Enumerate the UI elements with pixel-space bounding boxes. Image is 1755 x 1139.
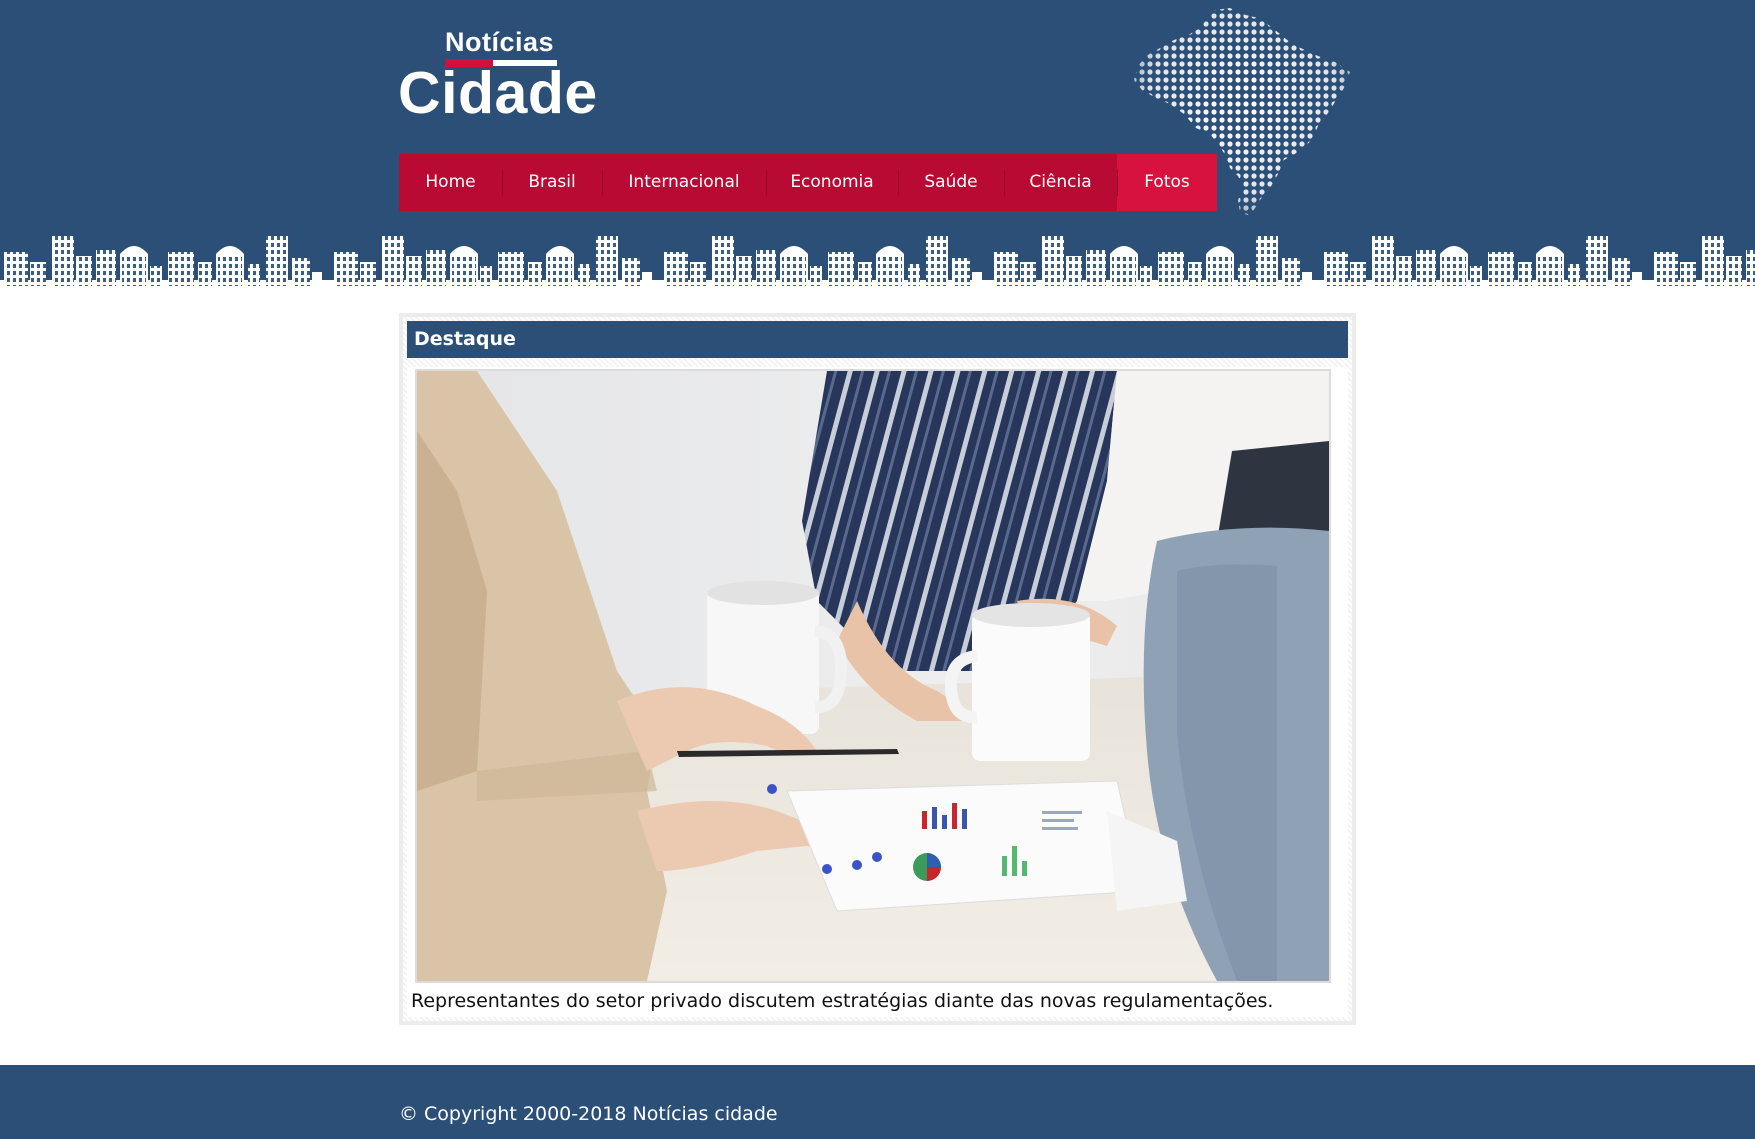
logo-top-text: Notícias: [445, 27, 555, 57]
site-footer: © Copyright 2000-2018 Notícias cidade: [0, 1065, 1755, 1139]
featured-article: Representantes do setor privado discutem…: [407, 367, 1348, 1017]
section-title: Destaque: [414, 328, 516, 350]
site-logo[interactable]: Notícias Cidade: [398, 26, 598, 126]
logo-main-text: Cidade: [398, 60, 598, 126]
featured-section: Destaque Representantes do setor privado…: [399, 313, 1356, 1025]
city-skyline-graphic: [0, 228, 1755, 294]
nav-item-economia[interactable]: Economia: [766, 154, 898, 211]
section-header: Destaque: [407, 321, 1348, 358]
site-header: Notícias Cidade Home Brasil Internaciona…: [0, 0, 1755, 230]
featured-photo[interactable]: [415, 369, 1331, 983]
photo-caption: Representantes do setor privado discutem…: [411, 990, 1274, 1012]
main-nav: Home Brasil Internacional Economia Saúde…: [399, 154, 1217, 211]
copyright-text: © Copyright 2000-2018 Notícias cidade: [399, 1103, 778, 1125]
nav-item-brasil[interactable]: Brasil: [502, 154, 602, 211]
nav-item-ciencia[interactable]: Ciência: [1004, 154, 1117, 211]
nav-item-home[interactable]: Home: [399, 154, 502, 211]
page: Notícias Cidade Home Brasil Internaciona…: [0, 0, 1755, 1139]
nav-item-internacional[interactable]: Internacional: [602, 154, 766, 211]
nav-item-fotos[interactable]: Fotos: [1117, 154, 1217, 211]
nav-item-saude[interactable]: Saúde: [898, 154, 1004, 211]
